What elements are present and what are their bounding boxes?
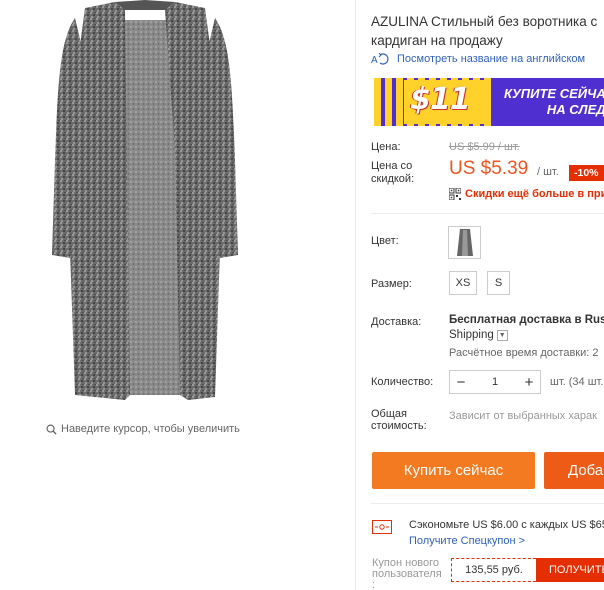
shipping-company-text: Shipping bbox=[449, 329, 494, 341]
product-info: AZULINA Стильный без воротника с кардига… bbox=[371, 0, 604, 590]
zoom-hint: Наведите курсор, чтобы увеличить bbox=[46, 423, 240, 435]
shipping-label: Доставка: bbox=[371, 316, 422, 328]
discount-badge: -10% bbox=[569, 165, 604, 181]
current-price: US $5.39 bbox=[449, 158, 529, 179]
per-unit: / шт. bbox=[537, 166, 559, 178]
size-s-button[interactable]: S bbox=[487, 271, 510, 295]
product-gallery: Наведите курсор, чтобы увеличить bbox=[0, 0, 355, 590]
quantity-stepper: − 1 + bbox=[449, 370, 541, 394]
new-user-coupon-label: Купон нового пользователя : bbox=[372, 558, 442, 590]
banner-amount: $11 bbox=[410, 82, 471, 117]
coupon-icon bbox=[372, 520, 392, 534]
quantity-label: Количество: bbox=[371, 376, 434, 388]
coupon-value: 135,55 руб. bbox=[451, 558, 536, 582]
product-image[interactable] bbox=[30, 0, 260, 412]
svg-text:A: A bbox=[371, 55, 378, 65]
banner-cta: КУПИТЕ СЕЙЧАС НА СЛЕДУ bbox=[504, 86, 604, 118]
shipping-company-select[interactable]: Shipping ▼ bbox=[449, 329, 508, 341]
qr-code-icon bbox=[449, 188, 461, 200]
vertical-divider bbox=[355, 0, 356, 590]
add-to-cart-button[interactable]: Доба bbox=[544, 452, 604, 489]
translate-link-text: Посмотреть название на английском bbox=[397, 53, 586, 65]
new-user-label-line-2: пользователя bbox=[372, 568, 442, 580]
chevron-down-icon: ▼ bbox=[496, 329, 508, 341]
more-discounts-text: Скидки ещё больше в при bbox=[465, 188, 604, 200]
size-xs-button[interactable]: XS bbox=[449, 271, 477, 295]
discount-label-line-2: скидкой: bbox=[371, 173, 415, 185]
buy-now-button[interactable]: Купить сейчас bbox=[372, 452, 535, 489]
title-line-2: кардиган на продажу bbox=[371, 33, 503, 48]
get-coupon-button[interactable]: ПОЛУЧИТЕ bbox=[536, 558, 604, 582]
title-line-1: AZULINA Стильный без воротника с bbox=[371, 14, 598, 29]
shipping-line: Бесплатная доставка в Russ bbox=[449, 314, 604, 326]
discount-price-label: Цена со скидкой: bbox=[371, 160, 414, 186]
translate-link[interactable]: A Посмотреть название на английском bbox=[371, 53, 585, 65]
banner-cta-line-1: КУПИТЕ СЕЙЧАС bbox=[504, 86, 604, 101]
promo-banner[interactable]: $11 КУПИТЕ СЕЙЧАС НА СЛЕДУ bbox=[374, 78, 604, 126]
minus-icon[interactable]: − bbox=[450, 371, 472, 393]
size-label: Размер: bbox=[371, 278, 412, 290]
discount-label-line-1: Цена со bbox=[371, 160, 413, 172]
zoom-hint-text: Наведите курсор, чтобы увеличить bbox=[61, 423, 240, 435]
total-label-line-2: стоимость: bbox=[371, 420, 427, 432]
delivery-time: Расчётное время доставки: 2 bbox=[449, 347, 599, 359]
section-divider bbox=[371, 503, 604, 504]
get-coupon-link[interactable]: Получите Спецкупон > bbox=[409, 535, 525, 547]
translate-icon: A bbox=[371, 53, 389, 65]
color-label: Цвет: bbox=[371, 235, 399, 247]
magnifier-icon bbox=[46, 424, 57, 435]
old-price: US $5.99 / шт. bbox=[449, 141, 520, 153]
quantity-value[interactable]: 1 bbox=[472, 376, 518, 388]
plus-icon[interactable]: + bbox=[518, 371, 540, 393]
color-swatch[interactable] bbox=[448, 226, 481, 259]
product-title: AZULINA Стильный без воротника с кардига… bbox=[371, 12, 604, 50]
total-value: Зависит от выбранных харак bbox=[449, 410, 597, 422]
more-discounts-link[interactable]: Скидки ещё больше в при bbox=[449, 188, 604, 200]
quantity-available: шт. (34 шт. bbox=[550, 376, 604, 388]
banner-cta-line-2: НА СЛЕДУ bbox=[546, 102, 604, 117]
section-divider bbox=[371, 213, 604, 214]
total-label-line-1: Общая bbox=[371, 408, 407, 420]
color-swatch-thumbnail bbox=[456, 229, 473, 256]
save-offer-text: Сэкономьте US $6.00 с каждых US $65 bbox=[409, 519, 604, 531]
total-label: Общая стоимость: bbox=[371, 408, 427, 432]
price-label: Цена: bbox=[371, 141, 401, 153]
new-user-label-line-3: : bbox=[372, 579, 376, 590]
